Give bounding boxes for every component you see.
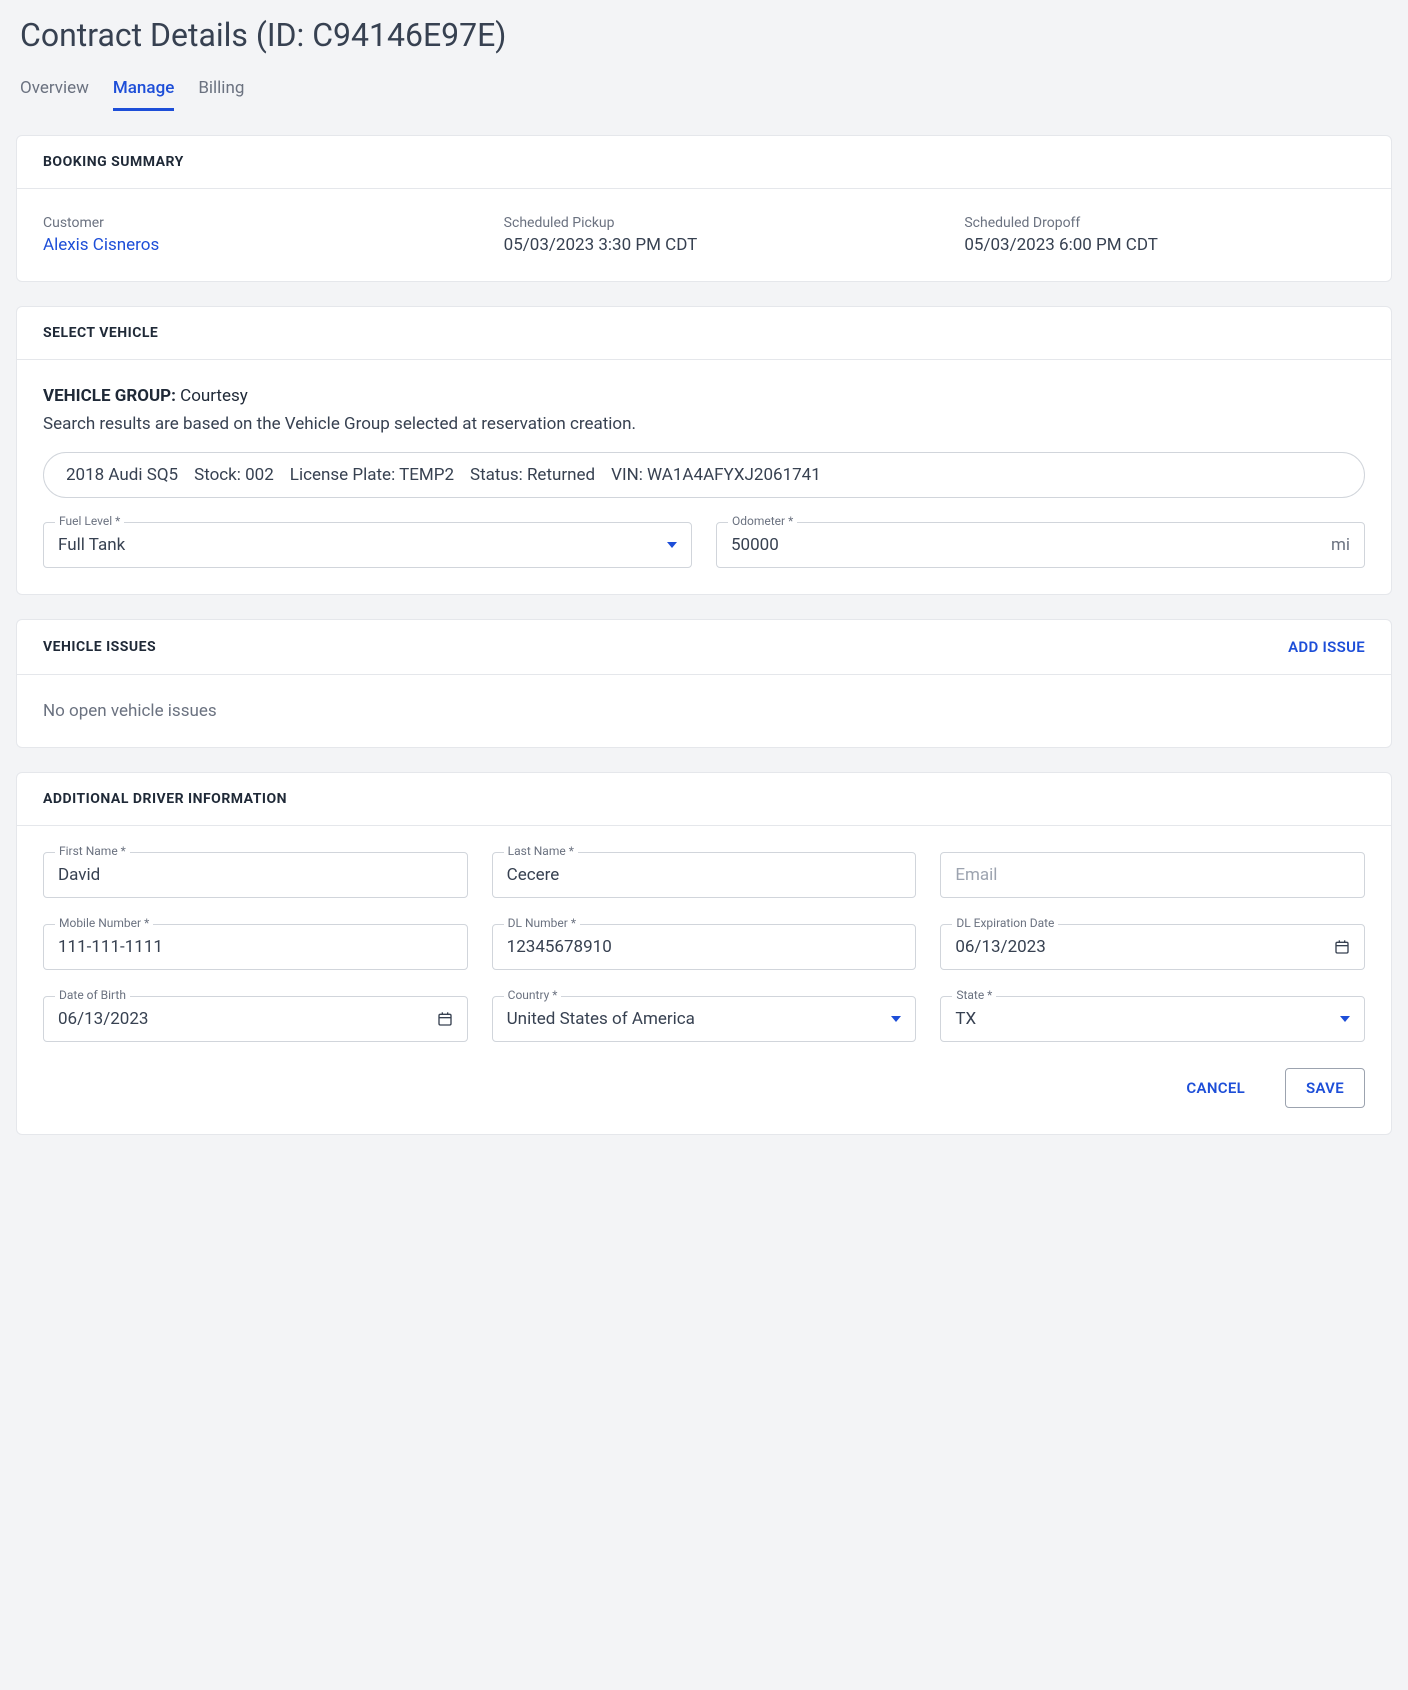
dropoff-label: Scheduled Dropoff	[964, 215, 1365, 231]
save-button[interactable]: SAVE	[1285, 1068, 1365, 1108]
tab-overview[interactable]: Overview	[20, 78, 89, 111]
state-select[interactable]: TX	[940, 996, 1365, 1042]
dropoff-value: 05/03/2023 6:00 PM CDT	[964, 235, 1365, 255]
tab-bar: Overview Manage Billing	[16, 78, 1392, 111]
dl-exp-label: DL Expiration Date	[952, 916, 1058, 930]
state-value: TX	[955, 1009, 976, 1029]
calendar-icon	[1334, 939, 1350, 955]
booking-summary-header: BOOKING SUMMARY	[17, 136, 1391, 189]
vehicle-status: Status: Returned	[470, 465, 595, 485]
vehicle-group-label: VEHICLE GROUP:	[43, 386, 176, 406]
country-label: Country *	[504, 988, 562, 1002]
calendar-icon	[437, 1011, 453, 1027]
vehicle-vin: VIN: WA1A4AFYXJ2061741	[611, 465, 821, 485]
no-issues-text: No open vehicle issues	[43, 701, 1365, 721]
pickup-value: 05/03/2023 3:30 PM CDT	[504, 235, 905, 255]
country-value: United States of America	[507, 1009, 695, 1029]
fuel-level-select[interactable]: Full Tank	[43, 522, 692, 568]
dob-input-wrapper[interactable]: 06/13/2023	[43, 996, 468, 1042]
first-name-input[interactable]	[58, 865, 453, 885]
dl-exp-input-wrapper[interactable]: 06/13/2023	[940, 924, 1365, 970]
tab-manage[interactable]: Manage	[113, 78, 174, 111]
dl-exp-value: 06/13/2023	[955, 937, 1045, 957]
state-label: State *	[952, 988, 996, 1002]
add-issue-button[interactable]: ADD ISSUE	[1288, 638, 1365, 656]
vehicle-group: VEHICLE GROUP: Courtesy	[43, 386, 1365, 406]
cancel-button[interactable]: CANCEL	[1166, 1069, 1265, 1107]
odometer-label: Odometer *	[728, 514, 797, 528]
select-vehicle-header: SELECT VEHICLE	[17, 307, 1391, 360]
country-select[interactable]: United States of America	[492, 996, 917, 1042]
odometer-unit: mi	[1331, 535, 1350, 555]
vehicle-issues-card: VEHICLE ISSUES ADD ISSUE No open vehicle…	[16, 619, 1392, 748]
fuel-level-label: Fuel Level *	[55, 514, 124, 528]
page-title: Contract Details (ID: C94146E97E)	[16, 16, 1392, 54]
customer-label: Customer	[43, 215, 444, 231]
vehicle-model: 2018 Audi SQ5	[66, 465, 178, 485]
dob-label: Date of Birth	[55, 988, 130, 1002]
customer-link[interactable]: Alexis Cisneros	[43, 235, 444, 255]
select-vehicle-card: SELECT VEHICLE VEHICLE GROUP: Courtesy S…	[16, 306, 1392, 595]
odometer-input-wrapper: mi	[716, 522, 1365, 568]
odometer-input[interactable]	[731, 535, 1323, 555]
driver-info-card: ADDITIONAL DRIVER INFORMATION First Name…	[16, 772, 1392, 1135]
pickup-label: Scheduled Pickup	[504, 215, 905, 231]
driver-info-header: ADDITIONAL DRIVER INFORMATION	[17, 773, 1391, 826]
fuel-level-value: Full Tank	[58, 535, 125, 555]
tab-billing[interactable]: Billing	[198, 78, 244, 111]
chevron-down-icon	[667, 542, 677, 548]
vehicle-stock: Stock: 002	[194, 465, 274, 485]
chevron-down-icon	[1340, 1016, 1350, 1022]
dl-number-input[interactable]	[507, 937, 902, 957]
chevron-down-icon	[891, 1016, 901, 1022]
booking-summary-card: BOOKING SUMMARY Customer Alexis Cisneros…	[16, 135, 1392, 282]
vehicle-plate: License Plate: TEMP2	[290, 465, 454, 485]
dob-value: 06/13/2023	[58, 1009, 148, 1029]
last-name-input[interactable]	[507, 865, 902, 885]
first-name-label: First Name *	[55, 844, 130, 858]
email-input[interactable]	[955, 865, 1350, 885]
dl-number-label: DL Number *	[504, 916, 580, 930]
mobile-input[interactable]	[58, 937, 453, 957]
vehicle-issues-header: VEHICLE ISSUES	[43, 639, 156, 655]
vehicle-hint: Search results are based on the Vehicle …	[43, 414, 1365, 434]
vehicle-group-value: Courtesy	[180, 386, 248, 406]
mobile-label: Mobile Number *	[55, 916, 153, 930]
last-name-label: Last Name *	[504, 844, 578, 858]
vehicle-select-pill[interactable]: 2018 Audi SQ5 Stock: 002 License Plate: …	[43, 452, 1365, 498]
